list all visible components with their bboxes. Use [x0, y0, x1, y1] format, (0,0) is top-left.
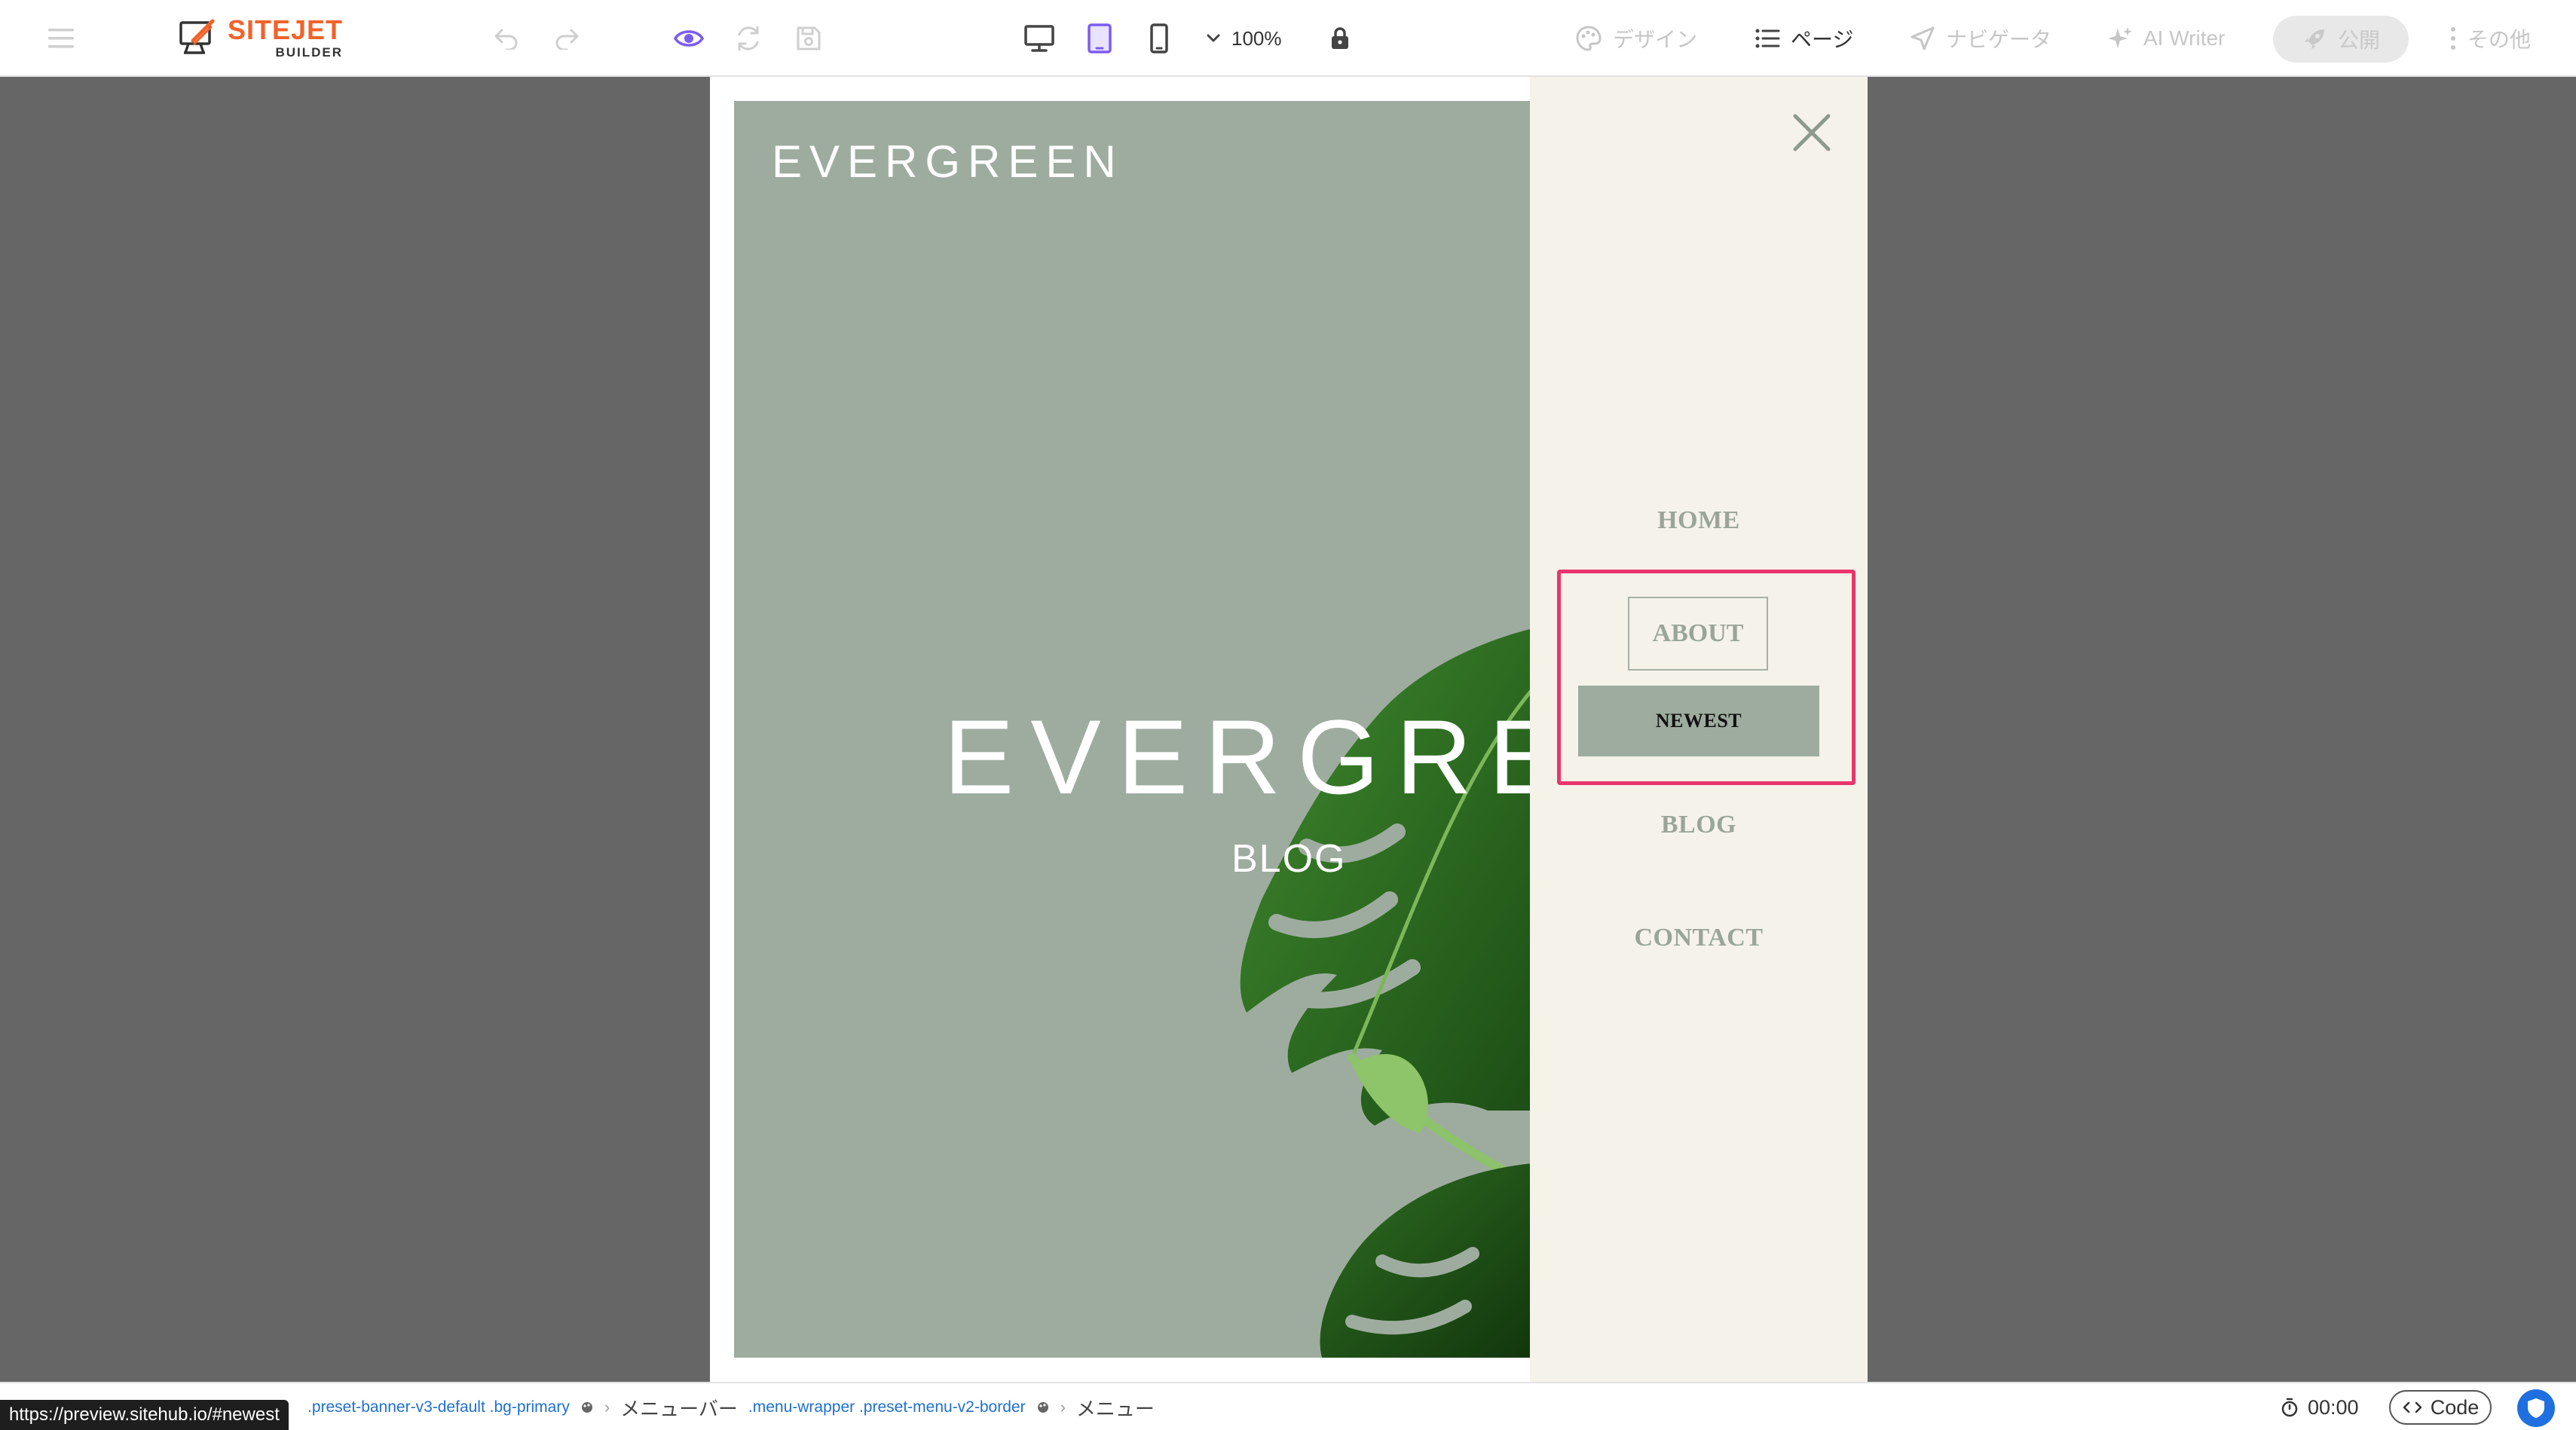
breadcrumb-menu[interactable]: メニュー — [1076, 1394, 1155, 1422]
redo-icon[interactable] — [550, 23, 583, 54]
close-icon[interactable] — [1789, 110, 1834, 155]
palette-icon — [1576, 26, 1602, 51]
tablet-icon[interactable] — [1082, 20, 1117, 57]
timer: 00:00 — [2281, 1392, 2359, 1422]
ai-writer-menu[interactable]: AI Writer — [2107, 21, 2225, 56]
breadcrumb-menubar-classes[interactable]: .menu-wrapper .preset-menu-v2-border — [748, 1398, 1026, 1416]
hero-subtitle[interactable]: BLOG — [1231, 836, 1347, 882]
chevron-down-icon — [1207, 34, 1220, 42]
list-icon — [1755, 29, 1780, 48]
refresh-icon[interactable] — [731, 21, 766, 56]
code-button[interactable]: Code — [2389, 1390, 2492, 1425]
publish-button[interactable]: 公開 — [2273, 16, 2409, 63]
save-icon[interactable] — [791, 21, 826, 56]
submenu-item-newest[interactable]: NEWEST — [1578, 686, 1819, 756]
desktop-icon[interactable] — [1020, 21, 1058, 56]
palette-icon[interactable] — [580, 1401, 594, 1414]
zoom-control[interactable]: 100% — [1206, 21, 1282, 56]
sitejet-logo[interactable]: SITEJET BUILDER — [178, 17, 343, 59]
hero-banner[interactable]: EVERGREEN EVERGREEN BLOG — [734, 101, 1530, 1358]
navigator-menu[interactable]: ナビゲータ — [1910, 21, 2051, 56]
sitejet-logo-icon — [179, 19, 215, 54]
chevron-right-icon: › — [1060, 1398, 1066, 1416]
logo-subtitle: BUILDER — [275, 45, 344, 60]
breadcrumb-banner-classes[interactable]: .preset-banner-v3-default .bg-primary — [307, 1398, 570, 1416]
hamburger-icon[interactable] — [44, 23, 80, 54]
more-label: その他 — [2467, 28, 2532, 51]
pages-label: ページ — [1791, 28, 1854, 51]
undo-icon[interactable] — [490, 23, 523, 54]
breadcrumb-menubar[interactable]: メニューバー — [620, 1394, 738, 1422]
mobile-icon[interactable] — [1144, 20, 1174, 57]
zoom-value: 100% — [1231, 26, 1282, 50]
navigation-icon — [1911, 26, 1935, 50]
menu-item-contact[interactable]: CONTACT — [1530, 924, 1868, 952]
more-menu[interactable]: その他 — [2449, 21, 2531, 56]
ai-writer-label: AI Writer — [2143, 26, 2226, 50]
breadcrumb: .preset-banner-v3-default .bg-primary › … — [307, 1394, 1155, 1421]
timer-value: 00:00 — [2308, 1395, 2359, 1419]
shield-icon[interactable] — [2517, 1389, 2555, 1427]
palette-icon[interactable] — [1036, 1401, 1050, 1414]
menu-item-blog[interactable]: BLOG — [1530, 811, 1868, 839]
navigator-label: ナビゲータ — [1946, 28, 2052, 51]
code-icon — [2403, 1401, 2422, 1413]
code-label: Code — [2430, 1395, 2480, 1419]
rocket-icon — [2304, 29, 2324, 49]
chevron-right-icon: › — [604, 1398, 610, 1416]
design-menu[interactable]: デザイン — [1575, 21, 1697, 56]
sparkle-icon — [2108, 27, 2132, 48]
menu-item-about[interactable]: ABOUT — [1628, 597, 1768, 671]
more-vertical-icon — [2451, 27, 2455, 50]
menu-item-home[interactable]: HOME — [1530, 506, 1868, 535]
pages-menu[interactable]: ページ — [1755, 21, 1853, 56]
lock-icon[interactable] — [1325, 21, 1355, 56]
eye-icon[interactable] — [669, 23, 708, 54]
publish-label: 公開 — [2337, 29, 2380, 52]
hero-title[interactable]: EVERGREEN — [944, 696, 1530, 818]
stopwatch-icon — [2281, 1398, 2298, 1417]
link-url-tooltip: https://preview.sitehub.io/#newest — [0, 1400, 289, 1430]
top-toolbar: SITEJET BUILDER 100% デザイン ページ ナビゲータ AI W… — [0, 0, 2576, 77]
logo-title: SITEJET — [228, 14, 344, 45]
design-label: デザイン — [1613, 28, 1698, 51]
